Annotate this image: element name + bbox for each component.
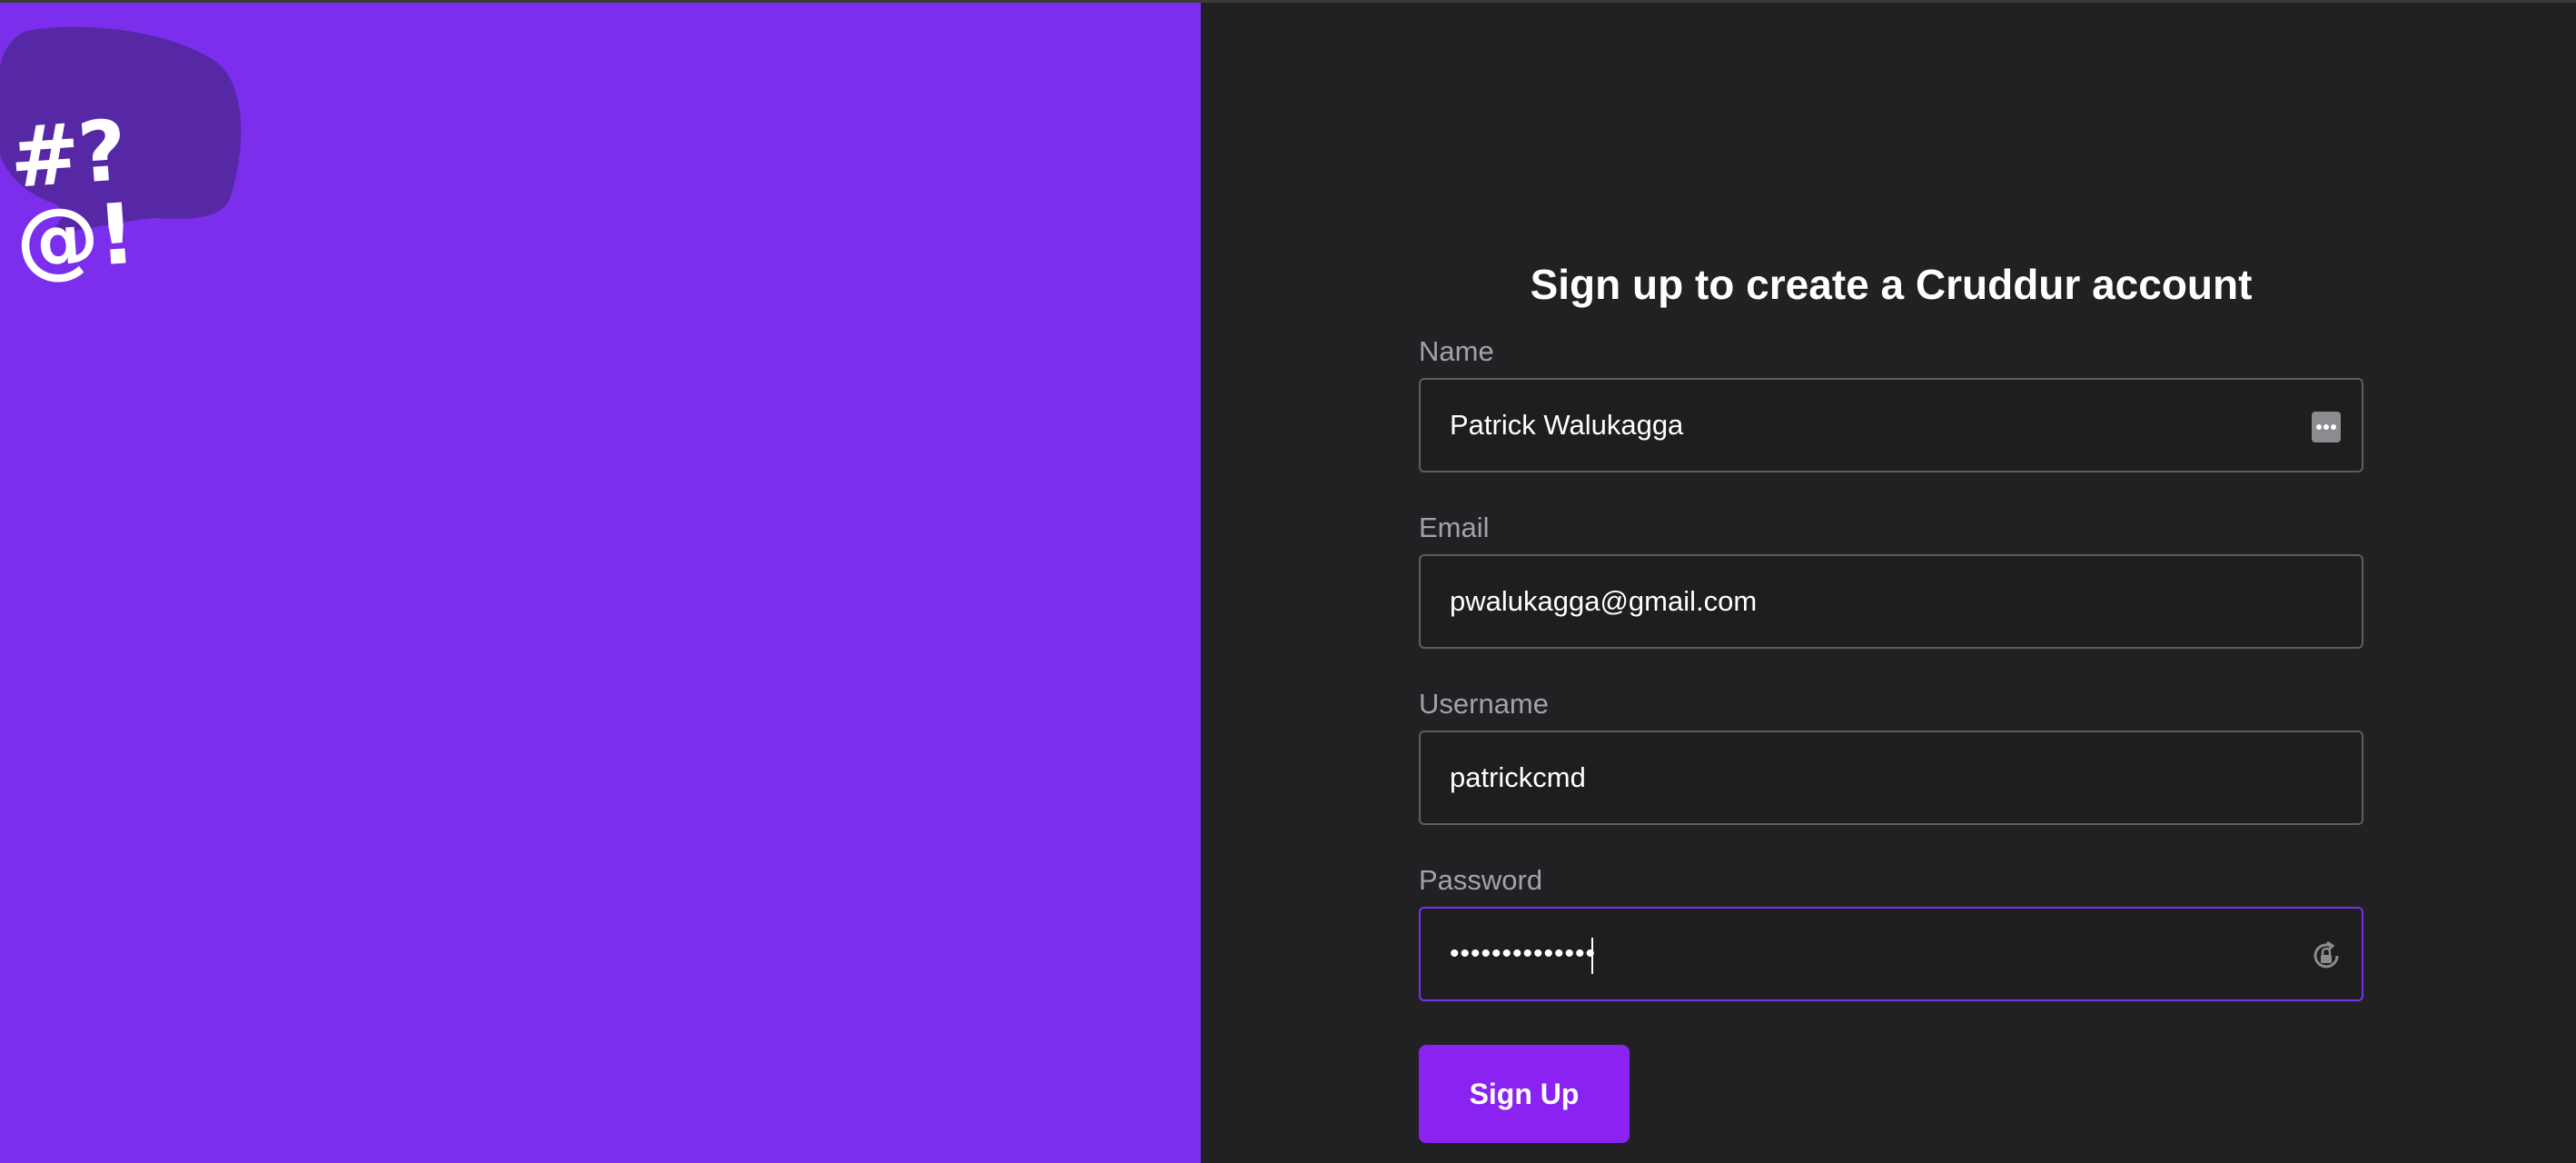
form-title: Sign up to create a Cruddur account <box>1530 261 2253 308</box>
form-panel: Sign up to create a Cruddur account Name <box>1201 0 2576 1163</box>
name-input[interactable] <box>1421 380 2362 471</box>
password-input[interactable] <box>1421 909 2362 999</box>
email-field: Email <box>1419 511 2363 649</box>
name-label: Name <box>1419 335 1494 367</box>
password-manager-dots-icon[interactable] <box>2311 411 2342 443</box>
email-input-box <box>1419 554 2363 649</box>
password-label: Password <box>1419 864 1543 896</box>
name-field: Name <box>1419 334 2363 472</box>
brand-panel: #?@! <box>0 0 1201 1163</box>
username-field: Username <box>1419 687 2363 825</box>
username-input[interactable] <box>1421 732 2362 823</box>
sign-up-button[interactable]: Sign Up <box>1419 1045 1630 1143</box>
logo-text: #?@! <box>6 102 137 291</box>
password-field: Password <box>1419 863 2363 1001</box>
username-input-box <box>1419 731 2363 825</box>
username-label: Username <box>1419 688 1549 720</box>
text-cursor <box>1591 938 1593 974</box>
lock-refresh-icon[interactable] <box>2311 939 2342 972</box>
top-border <box>0 0 2576 3</box>
email-input[interactable] <box>1421 556 2362 647</box>
signup-page: #?@! Sign up to create a Cruddur account… <box>0 0 2576 1163</box>
signup-form: Sign up to create a Cruddur account Name <box>1419 254 2363 1143</box>
password-input-box <box>1419 907 2363 1001</box>
name-input-box <box>1419 378 2363 472</box>
cruddur-logo: #?@! <box>0 25 243 291</box>
email-label: Email <box>1419 512 1490 543</box>
